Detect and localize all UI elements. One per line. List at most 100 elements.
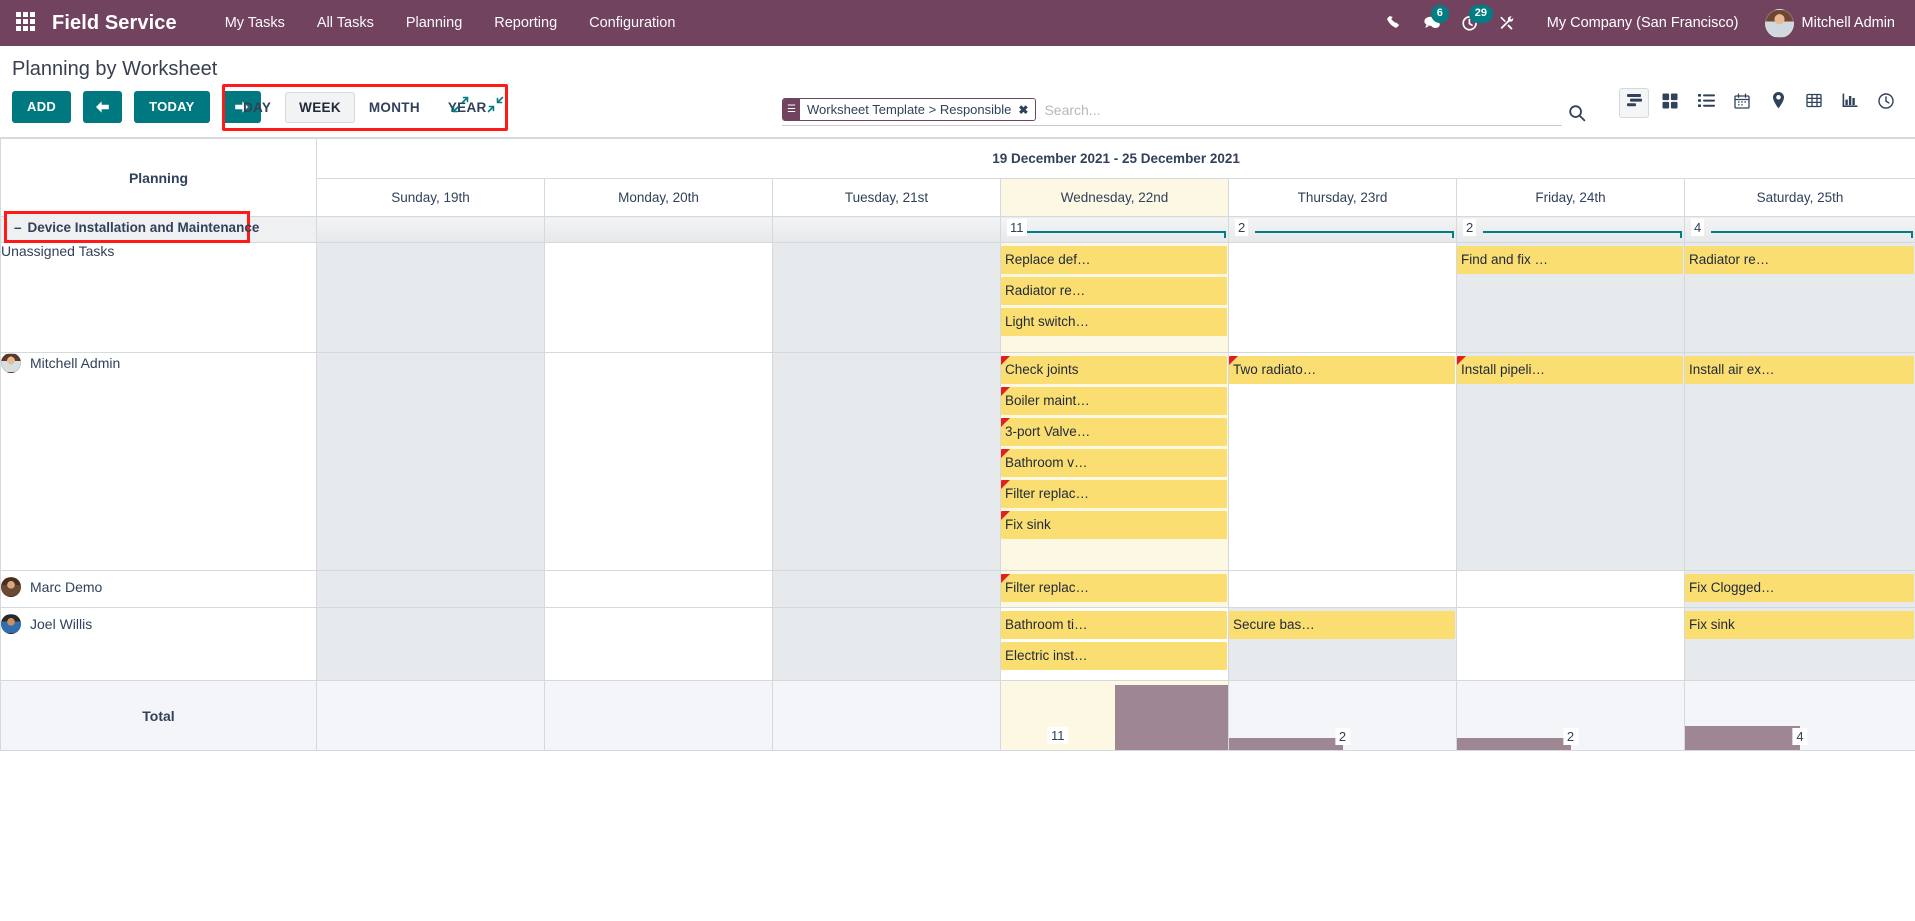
- task-pill[interactable]: Filter replac…: [1001, 480, 1227, 508]
- cell-joel-tuesday[interactable]: [773, 608, 1001, 681]
- expand-rows-icon[interactable]: [452, 96, 469, 118]
- phone-icon[interactable]: [1377, 6, 1411, 40]
- task-pill[interactable]: Replace def…: [1001, 246, 1227, 274]
- user-menu[interactable]: Mitchell Admin: [1755, 5, 1899, 42]
- task-pill[interactable]: 3-port Valve…: [1001, 418, 1227, 446]
- collapse-group-icon[interactable]: –: [14, 220, 22, 235]
- day-header-sunday[interactable]: Sunday, 19th: [317, 179, 545, 217]
- day-header-tuesday[interactable]: Tuesday, 21st: [773, 179, 1001, 217]
- apps-grid-icon[interactable]: [16, 12, 38, 34]
- cell-marc-tuesday[interactable]: [773, 571, 1001, 608]
- add-button[interactable]: ADD: [12, 91, 71, 123]
- menu-configuration[interactable]: Configuration: [573, 9, 691, 37]
- cell-mitchell-thursday[interactable]: Two radiato…: [1229, 353, 1457, 571]
- gantt-container[interactable]: Planning 19 December 2021 - 25 December …: [0, 138, 1915, 921]
- row-label-joel-willis[interactable]: Joel Willis: [1, 608, 317, 681]
- debug-tools-icon[interactable]: [1491, 6, 1525, 40]
- search-icon[interactable]: [1568, 104, 1586, 127]
- cell-unassigned-wednesday[interactable]: Replace def… Radiator re… Light switch…: [1001, 243, 1229, 353]
- task-pill[interactable]: Radiator re…: [1001, 277, 1227, 305]
- menu-my-tasks[interactable]: My Tasks: [209, 9, 301, 37]
- activities-clock-icon[interactable]: 29: [1453, 6, 1487, 40]
- menu-all-tasks[interactable]: All Tasks: [301, 9, 390, 37]
- task-pill[interactable]: Two radiato…: [1229, 356, 1455, 384]
- task-pill[interactable]: Electric inst…: [1001, 642, 1227, 670]
- group-header-cell[interactable]: – Device Installation and Maintenance: [1, 217, 317, 243]
- cell-mitchell-friday[interactable]: Install pipeli…: [1457, 353, 1685, 571]
- cell-mitchell-saturday[interactable]: Install air ex…: [1685, 353, 1915, 571]
- app-brand[interactable]: Field Service: [52, 12, 177, 35]
- task-pill[interactable]: Fix Clogged…: [1685, 574, 1914, 602]
- task-pill[interactable]: Boiler maint…: [1001, 387, 1227, 415]
- task-pill[interactable]: Install air ex…: [1685, 356, 1914, 384]
- activity-view-button[interactable]: [1871, 88, 1901, 118]
- cell-mitchell-sunday[interactable]: [317, 353, 545, 571]
- cell-joel-sunday[interactable]: [317, 608, 545, 681]
- task-pill[interactable]: Fix sink: [1001, 511, 1227, 539]
- cell-marc-wednesday[interactable]: Filter replac…: [1001, 571, 1229, 608]
- map-view-button[interactable]: [1763, 88, 1793, 118]
- cell-marc-thursday[interactable]: [1229, 571, 1457, 608]
- task-pill[interactable]: Bathroom v…: [1001, 449, 1227, 477]
- gantt-view-button[interactable]: [1619, 88, 1649, 118]
- task-pill[interactable]: Filter replac…: [1001, 574, 1227, 602]
- messages-icon[interactable]: 6: [1415, 6, 1449, 40]
- cell-unassigned-saturday[interactable]: Radiator re…: [1685, 243, 1915, 353]
- cell-mitchell-tuesday[interactable]: [773, 353, 1001, 571]
- task-pill[interactable]: Light switch…: [1001, 308, 1227, 336]
- gantt-table: Planning 19 December 2021 - 25 December …: [0, 138, 1915, 751]
- graph-view-button[interactable]: [1835, 88, 1865, 118]
- task-pill[interactable]: Find and fix …: [1457, 246, 1683, 274]
- today-button[interactable]: TODAY: [134, 91, 210, 123]
- cell-joel-wednesday[interactable]: Bathroom ti… Electric inst…: [1001, 608, 1229, 681]
- kanban-view-button[interactable]: [1655, 88, 1685, 118]
- cell-unassigned-friday[interactable]: Find and fix …: [1457, 243, 1685, 353]
- cell-marc-friday[interactable]: [1457, 571, 1685, 608]
- cell-joel-monday[interactable]: [545, 608, 773, 681]
- calendar-view-button[interactable]: [1727, 88, 1757, 118]
- cell-joel-thursday[interactable]: Secure bas…: [1229, 608, 1457, 681]
- row-label-unassigned-tasks[interactable]: Unassigned Tasks: [1, 243, 317, 353]
- search-facet[interactable]: ☰ Worksheet Template > Responsible ✖: [782, 98, 1036, 121]
- cell-marc-saturday[interactable]: Fix Clogged…: [1685, 571, 1915, 608]
- cell-unassigned-sunday[interactable]: [317, 243, 545, 353]
- row-label-marc-demo[interactable]: Marc Demo: [1, 571, 317, 608]
- previous-period-button[interactable]: [83, 91, 122, 123]
- scale-week-button[interactable]: WEEK: [285, 92, 355, 123]
- task-pill[interactable]: Install pipeli…: [1457, 356, 1683, 384]
- cell-joel-friday[interactable]: [1457, 608, 1685, 681]
- cell-unassigned-tuesday[interactable]: [773, 243, 1001, 353]
- day-header-thursday[interactable]: Thursday, 23rd: [1229, 179, 1457, 217]
- day-header-saturday[interactable]: Saturday, 25th: [1685, 179, 1915, 217]
- avatar: [1765, 9, 1794, 38]
- day-header-friday[interactable]: Friday, 24th: [1457, 179, 1685, 217]
- scale-month-button[interactable]: MONTH: [355, 92, 434, 123]
- pivot-view-button[interactable]: [1799, 88, 1829, 118]
- menu-reporting[interactable]: Reporting: [478, 9, 573, 37]
- menu-planning[interactable]: Planning: [390, 9, 478, 37]
- scale-day-button[interactable]: DAY: [229, 92, 285, 123]
- task-pill[interactable]: Secure bas…: [1229, 611, 1455, 639]
- total-bar: [1685, 726, 1800, 750]
- cell-mitchell-monday[interactable]: [545, 353, 773, 571]
- search-input[interactable]: [1036, 98, 1562, 121]
- group-count-value: 2: [1463, 219, 1476, 236]
- row-label-mitchell-admin[interactable]: Mitchell Admin: [1, 353, 317, 571]
- day-header-monday[interactable]: Monday, 20th: [545, 179, 773, 217]
- company-switcher[interactable]: My Company (San Francisco): [1535, 9, 1751, 37]
- remove-facet-icon[interactable]: ✖: [1017, 99, 1035, 120]
- task-pill[interactable]: Fix sink: [1685, 611, 1914, 639]
- cell-marc-sunday[interactable]: [317, 571, 545, 608]
- cell-unassigned-monday[interactable]: [545, 243, 773, 353]
- day-header-wednesday[interactable]: Wednesday, 22nd: [1001, 179, 1229, 217]
- task-pill[interactable]: Radiator re…: [1685, 246, 1914, 274]
- cell-mitchell-wednesday[interactable]: Check joints Boiler maint… 3-port Valve……: [1001, 353, 1229, 571]
- cell-unassigned-thursday[interactable]: [1229, 243, 1457, 353]
- cell-joel-saturday[interactable]: Fix sink: [1685, 608, 1915, 681]
- task-pill[interactable]: Bathroom ti…: [1001, 611, 1227, 639]
- group-row-device-installation-and-maintenance[interactable]: – Device Installation and Maintenance: [4, 211, 250, 243]
- task-pill[interactable]: Check joints: [1001, 356, 1227, 384]
- collapse-rows-icon[interactable]: [487, 96, 504, 118]
- list-view-button[interactable]: [1691, 88, 1721, 118]
- cell-marc-monday[interactable]: [545, 571, 773, 608]
